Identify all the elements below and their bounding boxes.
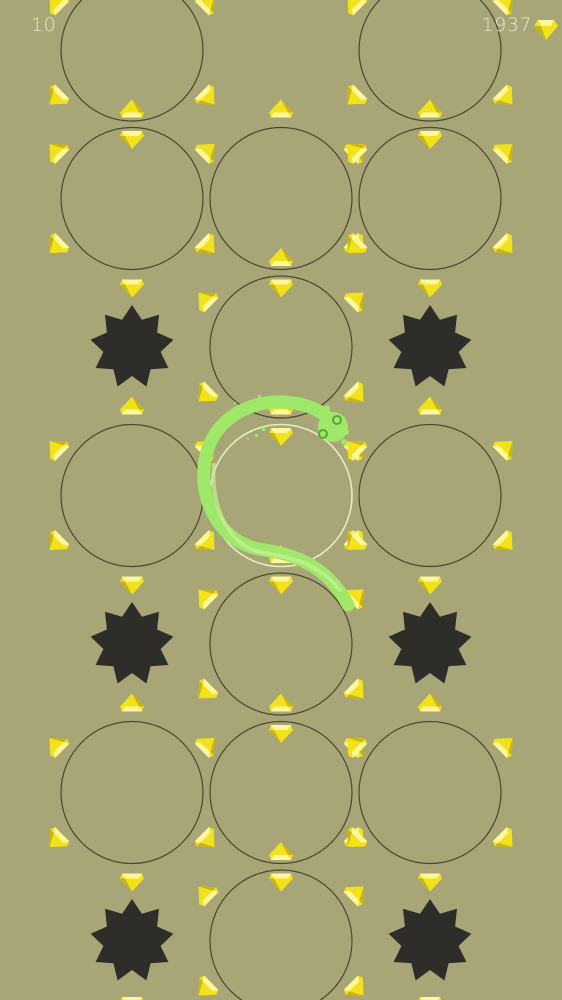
level-number: 10	[31, 14, 57, 36]
diamond-icon	[49, 144, 70, 164]
diamond-icon	[347, 233, 368, 253]
diamond-icon	[194, 827, 215, 847]
diamond-icon	[194, 144, 215, 164]
diamond-icon	[120, 873, 144, 892]
snake-highlight	[211, 463, 342, 592]
diamond-icon	[492, 84, 513, 105]
diamond-icon	[269, 693, 293, 712]
spike-mine-icon	[90, 305, 174, 387]
diamond-icon	[492, 738, 513, 758]
diamond-icon	[120, 99, 144, 118]
diamond-icon	[194, 530, 215, 550]
diamond-icon	[347, 827, 368, 847]
diamond-icon	[492, 144, 513, 164]
diamond-icon	[269, 99, 293, 118]
diamond-icon	[534, 20, 558, 40]
diamond-icon	[194, 0, 215, 16]
diamond-icon	[120, 131, 144, 149]
diamond-icon	[347, 0, 368, 16]
spike-mine-icon	[388, 305, 472, 387]
diamond-icon	[194, 738, 215, 758]
diamond-icon	[343, 292, 364, 313]
diamond-icon	[269, 428, 293, 446]
diamond-icon	[120, 576, 144, 595]
spike-mine-icon	[90, 899, 174, 981]
diamond-icon	[49, 738, 70, 758]
diamond-icon	[347, 738, 368, 758]
ring	[358, 423, 502, 568]
gem-layer	[49, 0, 513, 1000]
diamond-icon	[492, 233, 513, 253]
diamond-icon	[269, 279, 293, 298]
diamond-icon	[194, 84, 215, 105]
diamond-icon	[343, 381, 364, 402]
diamond-icon	[269, 725, 293, 743]
diamond-icon	[343, 975, 364, 996]
diamond-icon	[492, 441, 513, 461]
diamond-icon	[198, 292, 219, 313]
gem-counter: 1937	[481, 14, 532, 36]
diamond-icon	[492, 827, 513, 847]
diamond-icon	[418, 131, 442, 149]
diamond-icon	[418, 279, 442, 298]
diamond-icon	[269, 842, 293, 860]
diamond-icon	[418, 396, 442, 415]
diamond-icon	[343, 886, 364, 907]
diamond-icon	[418, 693, 442, 712]
diamond-icon	[198, 975, 219, 996]
ring	[60, 720, 204, 865]
diamond-icon	[198, 381, 219, 402]
game-board[interactable]	[0, 0, 562, 1000]
diamond-icon	[418, 99, 442, 118]
diamond-icon	[347, 144, 368, 164]
spike-mine-icon	[90, 602, 174, 684]
diamond-icon	[49, 827, 70, 847]
diamond-icon	[194, 233, 215, 253]
diamond-icon	[198, 678, 219, 699]
diamond-icon	[198, 886, 219, 907]
spike-mine-icon	[388, 602, 472, 684]
diamond-icon	[269, 248, 293, 266]
diamond-icon	[343, 678, 364, 699]
diamond-icon	[347, 530, 368, 550]
diamond-icon	[120, 279, 144, 298]
diamond-icon	[418, 873, 442, 892]
diamond-icon	[418, 576, 442, 595]
diamond-icon	[49, 530, 70, 550]
diamond-icon	[269, 576, 293, 595]
diamond-icon	[492, 530, 513, 550]
diamond-icon	[49, 441, 70, 461]
diamond-icon	[120, 693, 144, 712]
ring	[358, 720, 502, 865]
ring	[60, 423, 204, 568]
diamond-icon	[269, 873, 293, 892]
diamond-icon	[49, 233, 70, 253]
diamond-icon	[198, 589, 219, 610]
diamond-icon	[49, 84, 70, 105]
spike-mine-icon	[388, 899, 472, 981]
diamond-icon	[347, 84, 368, 105]
diamond-icon	[120, 396, 144, 415]
